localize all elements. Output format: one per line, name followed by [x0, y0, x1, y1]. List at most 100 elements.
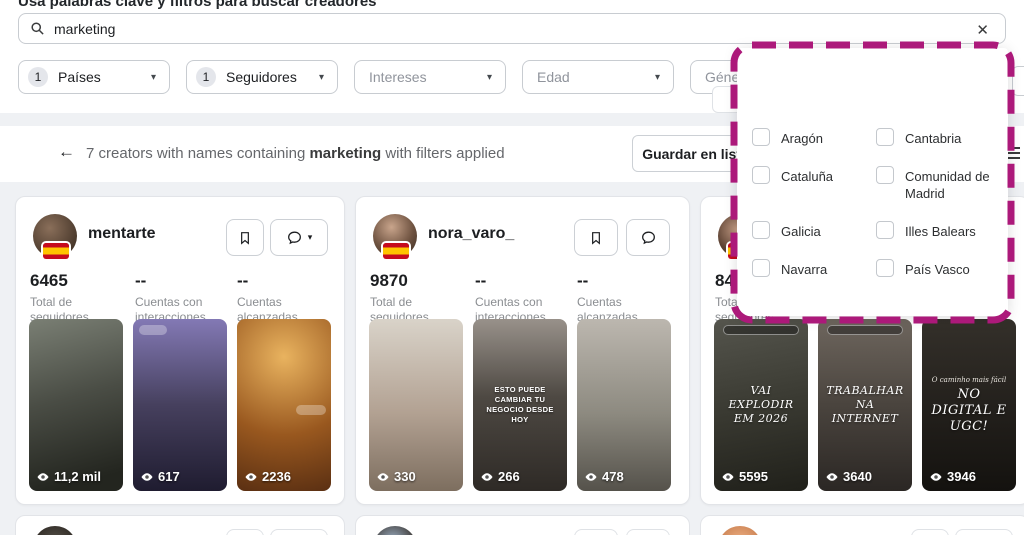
view-count: 3946: [947, 469, 976, 484]
region-label: Aragón: [781, 131, 823, 146]
eye-icon: [377, 472, 389, 481]
overlay-badge: [139, 325, 167, 335]
bookmark-button[interactable]: [226, 529, 264, 535]
thumbnail-caption: VAI EXPLODIR EM 2026: [728, 384, 794, 425]
chevron-down-icon: ▾: [307, 232, 313, 242]
view-count: 3640: [843, 469, 872, 484]
search-value: marketing: [54, 20, 116, 37]
results-summary-suffix: with filters applied: [381, 145, 505, 162]
region-label: País Vasco: [905, 262, 970, 277]
thumbnail-caption-script: O caminho mais fácil: [931, 375, 1007, 384]
stat-value: --: [237, 271, 249, 290]
region-option-pais-vasco[interactable]: País Vasco: [876, 259, 994, 278]
right-edge-control[interactable]: [1012, 66, 1024, 96]
results-keyword: marketing: [309, 145, 382, 162]
eye-icon: [37, 472, 49, 481]
eye-icon: [826, 472, 838, 481]
bookmark-icon: [241, 231, 249, 245]
bookmark-button[interactable]: [911, 529, 949, 535]
stat-value: 9870: [370, 271, 408, 290]
checkbox[interactable]: [752, 128, 770, 146]
region-label: Cataluña: [781, 169, 834, 184]
filter-count-badge: 1: [196, 67, 216, 87]
creator-name: mentarte: [88, 225, 156, 242]
stat-value: --: [135, 271, 147, 290]
checkbox[interactable]: [876, 221, 894, 239]
thumbnail-caption: NO DIGITAL E UGC!: [931, 386, 1007, 434]
avatar: [33, 526, 77, 535]
clear-search-icon[interactable]: ✕: [972, 19, 993, 41]
region-option-galicia[interactable]: Galicia: [752, 221, 874, 240]
video-thumbnail[interactable]: 617: [133, 319, 227, 491]
message-button[interactable]: [626, 529, 670, 535]
video-thumbnail[interactable]: ESTO PUEDE CAMBIAR TU NEGOCIO DESDE HOY …: [473, 319, 567, 491]
creator-card: mentarte ▾ 6465 Total de seguidores -- C…: [15, 196, 345, 505]
view-count: 478: [602, 469, 624, 484]
chevron-down-icon: ▾: [318, 71, 324, 83]
message-button[interactable]: [270, 529, 328, 535]
search-input[interactable]: marketing ✕: [18, 13, 1006, 44]
checkbox[interactable]: [752, 166, 770, 184]
message-button[interactable]: [626, 219, 670, 256]
thumbnail-caption: TRABALHAR NA INTERNET: [826, 384, 904, 425]
checkbox[interactable]: [876, 166, 894, 184]
filter-seguidores[interactable]: 1 Seguidores ▾: [186, 60, 338, 94]
video-thumbnail[interactable]: 330: [369, 319, 463, 491]
filter-intereses[interactable]: Intereses ▾: [354, 60, 506, 94]
checkbox[interactable]: [876, 128, 894, 146]
region-dropdown-panel: Aragón Cantabria Cataluña Comunidad de M…: [737, 48, 1008, 316]
region-label: Navarra: [781, 262, 828, 277]
region-option-aragon[interactable]: Aragón: [752, 128, 874, 147]
message-button[interactable]: ▾: [270, 219, 328, 256]
list-view-icon[interactable]: [1006, 147, 1020, 162]
stat-value: --: [475, 271, 487, 290]
stat-value: --: [577, 271, 589, 290]
creator-card-partial: [15, 515, 345, 535]
view-count: 5595: [739, 469, 768, 484]
region-option-navarra[interactable]: Navarra: [752, 259, 874, 278]
eye-icon: [481, 472, 493, 481]
results-summary-prefix: 7 creators with names containing: [86, 145, 310, 162]
spain-flag-icon: [383, 243, 409, 259]
checkbox[interactable]: [752, 259, 770, 277]
filter-label: Edad: [537, 69, 570, 85]
message-button[interactable]: [955, 529, 1013, 535]
view-count: 330: [394, 469, 416, 484]
eye-icon: [245, 472, 257, 481]
speech-bubble-icon: [287, 231, 301, 245]
filter-edad[interactable]: Edad ▾: [522, 60, 674, 94]
creator-card-partial: [700, 515, 1024, 535]
view-count: 266: [498, 469, 520, 484]
bookmark-button[interactable]: [574, 529, 618, 535]
region-label: Galicia: [781, 224, 821, 239]
search-icon: [30, 21, 45, 36]
chevron-down-icon: ▾: [486, 71, 492, 83]
region-option-cantabria[interactable]: Cantabria: [876, 128, 994, 147]
back-arrow-icon[interactable]: ←: [58, 142, 75, 162]
checkbox[interactable]: [876, 259, 894, 277]
video-thumbnail[interactable]: O caminho mais fácil NO DIGITAL E UGC! 3…: [922, 319, 1016, 491]
stat-reached: -- Cuentas alcanzadas: [237, 271, 337, 325]
bookmark-button[interactable]: [226, 219, 264, 256]
video-thumbnail[interactable]: 478: [577, 319, 671, 491]
region-option-comunidad-de-madrid[interactable]: Comunidad de Madrid: [876, 166, 994, 202]
filter-paises[interactable]: 1 Países ▾: [18, 60, 170, 94]
region-option-cataluna[interactable]: Cataluña: [752, 166, 874, 202]
view-count: 2236: [262, 469, 291, 484]
video-thumbnail[interactable]: VAI EXPLODIR EM 2026 5595: [714, 319, 808, 491]
eye-icon: [930, 472, 942, 481]
video-thumbnail[interactable]: 11,2 mil: [29, 319, 123, 491]
stat-value: 6465: [30, 271, 68, 290]
filter-label: Seguidores: [226, 69, 297, 85]
creator-search-page: Usa palabras clave y filtros para buscar…: [0, 0, 1024, 535]
bookmark-icon: [592, 231, 600, 245]
bookmark-button[interactable]: [574, 219, 618, 256]
checkbox[interactable]: [752, 221, 770, 239]
avatar: [373, 526, 417, 535]
video-thumbnail[interactable]: TRABALHAR NA INTERNET 3640: [818, 319, 912, 491]
region-option-illes-balears[interactable]: Illes Balears: [876, 221, 994, 240]
region-label: Cantabria: [905, 131, 962, 146]
creator-card: nora_varo_ 9870 Total de seguidores -- C…: [355, 196, 690, 505]
video-thumbnail[interactable]: 2236: [237, 319, 331, 491]
filter-count-badge: 1: [28, 67, 48, 87]
